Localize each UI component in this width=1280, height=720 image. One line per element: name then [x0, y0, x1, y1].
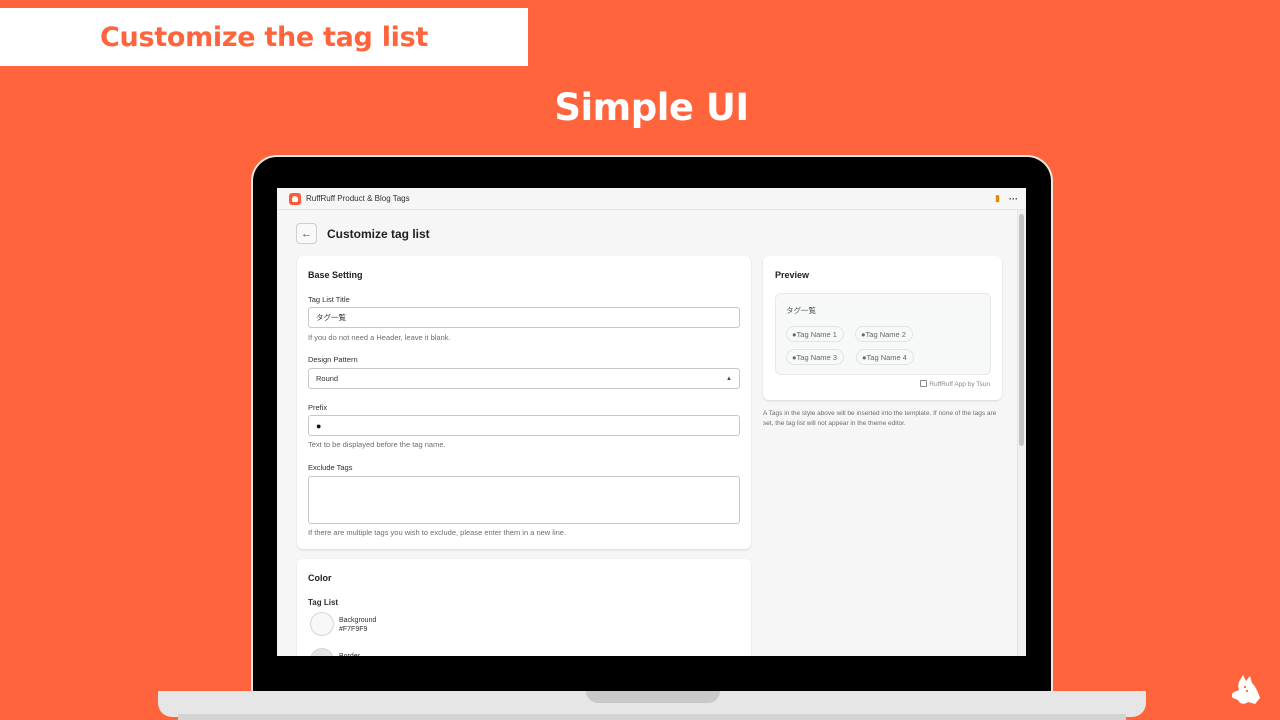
exclude-tags-textarea[interactable]	[308, 476, 740, 524]
scrollbar-thumb[interactable]	[1019, 214, 1024, 446]
exclude-tags-label: Exclude Tags	[308, 463, 353, 472]
border-color-swatch[interactable]	[310, 648, 334, 656]
preview-card: Preview タグ一覧 ●Tag Name 1 ●Tag Name 2 ●Ta…	[763, 256, 1002, 400]
preview-tag: ●Tag Name 1	[786, 326, 844, 342]
background-color-value: #F7F9F9	[339, 626, 368, 633]
headline: Simple UI	[554, 86, 749, 129]
background-color-swatch[interactable]	[310, 612, 334, 636]
design-pattern-value: Round	[316, 374, 339, 383]
app-credit: RuffRuff App by Tsun	[920, 380, 990, 388]
select-caret-icon: ▲	[726, 375, 732, 382]
tag-list-title-help: If you do not need a Header, leave it bl…	[308, 333, 451, 342]
card-title: Preview	[775, 270, 810, 280]
base-setting-card: Base Setting Tag List Title タグ一覧 If you …	[297, 256, 751, 549]
tag-list-title-input[interactable]: タグ一覧	[308, 307, 740, 328]
prefix-help: Text to be displayed before the tag name…	[308, 440, 446, 449]
preview-note: A Tags in the style above will be insert…	[763, 410, 997, 427]
preview-list-title: タグ一覧	[786, 306, 816, 315]
app-logo-icon	[289, 192, 301, 205]
tag-list-color-group: Tag List	[308, 598, 339, 607]
background-color-label: Background #F7F9F9	[339, 616, 376, 634]
preview-tag: ●Tag Name 2	[855, 326, 913, 342]
banner-title: Customize the tag list	[100, 21, 428, 53]
arrow-left-icon: ←	[301, 227, 312, 240]
page-header: ← Customize tag list	[296, 223, 430, 244]
design-pattern-label: Design Pattern	[308, 355, 358, 364]
back-button[interactable]: ←	[296, 223, 317, 244]
preview-tag: ●Tag Name 4	[856, 349, 914, 365]
dog-logo-icon	[1231, 675, 1260, 704]
background-color-name: Background	[339, 617, 377, 624]
prefix-label: Prefix	[308, 403, 328, 412]
page-title: Customize tag list	[327, 226, 430, 241]
card-title: Color	[308, 573, 332, 583]
card-title: Base Setting	[308, 270, 363, 280]
design-pattern-select[interactable]: Round ▲	[308, 368, 740, 389]
border-color-label: Border	[339, 652, 360, 656]
app-screen: RuffRuff Product & Blog Tags ▮ ··· ← Cus…	[277, 188, 1026, 656]
ruffruff-icon	[920, 380, 928, 387]
preview-tag: ●Tag Name 3	[786, 349, 844, 365]
credit-text: RuffRuff App by Tsun	[929, 381, 990, 388]
laptop-base-shadow	[178, 714, 1126, 720]
exclude-tags-help: If there are multiple tags you wish to e…	[308, 528, 567, 537]
border-color-name: Border	[339, 652, 360, 656]
more-icon[interactable]: ···	[1009, 194, 1018, 204]
prefix-value: ●	[316, 420, 322, 431]
app-name: RuffRuff Product & Blog Tags	[306, 194, 410, 203]
tag-list-title-value: タグ一覧	[316, 313, 346, 322]
color-card: Color Tag List Background #F7F9F9 Border	[297, 559, 751, 656]
laptop-notch	[586, 691, 720, 703]
pin-icon[interactable]: ▮	[995, 193, 1000, 204]
title-banner: Customize the tag list	[0, 8, 528, 66]
app-topbar: RuffRuff Product & Blog Tags ▮ ···	[277, 188, 1026, 210]
prefix-input[interactable]: ●	[308, 415, 740, 436]
tag-list-preview: タグ一覧 ●Tag Name 1 ●Tag Name 2 ●Tag Name 3…	[775, 293, 991, 375]
tag-list-title-label: Tag List Title	[308, 295, 350, 304]
